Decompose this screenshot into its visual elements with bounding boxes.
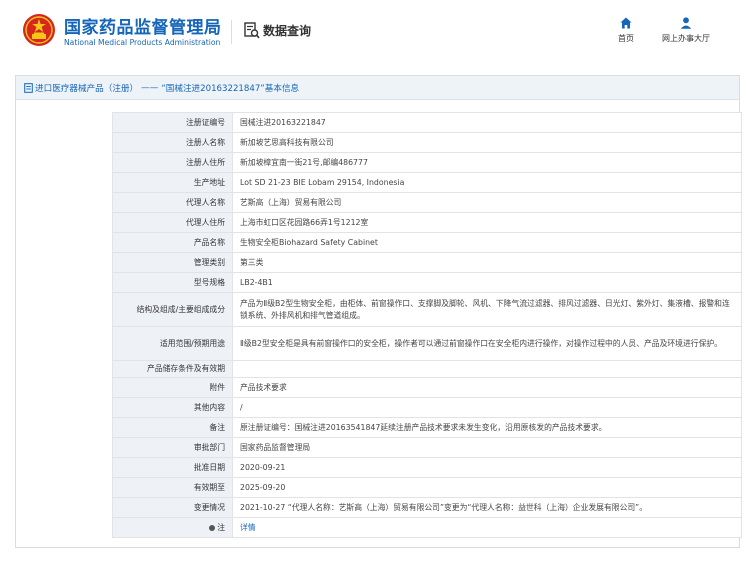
table-row: 型号规格 LB2-4B1 (112, 272, 742, 293)
field-value: 新加坡艺思高科技有限公司 (232, 132, 742, 153)
breadcrumb: 进口医疗器械产品（注册） —— “国械注进20163221847”基本信息 (16, 76, 739, 100)
field-value: 第三类 (232, 252, 742, 273)
site-header: 国家药品监督管理局 National Medical Products Admi… (0, 0, 756, 64)
field-value: 2020-09-21 (232, 457, 742, 478)
field-label: 注 (112, 517, 233, 538)
field-value: 上海市虹口区花园路66弄1号1212室 (232, 212, 742, 233)
field-label: 其他内容 (112, 397, 233, 418)
field-label: 型号规格 (112, 272, 233, 293)
field-label: 审批部门 (112, 437, 233, 458)
table-row: 生产地址 Lot SD 21-23 BIE Lobam 29154, Indone… (112, 172, 742, 193)
field-label: 附件 (112, 377, 233, 398)
field-label: 变更情况 (112, 497, 233, 518)
breadcrumb-record-title: “国械注进20163221847”基本信息 (161, 83, 300, 94)
field-value: 2021-10-27 “代理人名称：艺斯高（上海）贸易有限公司”变更为“代理人名… (232, 497, 742, 518)
table-row: 适用范围/预期用途 Ⅱ级B2型安全柜是具有前窗操作口的安全柜，操作者可以通过前窗操… (112, 326, 742, 361)
field-label: 批准日期 (112, 457, 233, 478)
field-label: 生产地址 (112, 172, 233, 193)
field-value: 国家药品监督管理局 (232, 437, 742, 458)
field-value: 产品为Ⅱ级B2型生物安全柜，由柜体、前窗操作口、支撑脚及脚轮、风机、下降气流过滤… (232, 292, 742, 327)
field-value: 生物安全柜Biohazard Safety Cabinet (232, 232, 742, 253)
table-row: 其他内容 / (112, 397, 742, 418)
field-label: 产品名称 (112, 232, 233, 253)
national-emblem-icon (23, 14, 55, 46)
field-label: 代理人名称 (112, 192, 233, 213)
nav-home-label: 首页 (618, 34, 634, 43)
table-row: 变更情况 2021-10-27 “代理人名称：艺斯高（上海）贸易有限公司”变更为“… (112, 497, 742, 518)
home-icon (620, 17, 632, 29)
detail-table: 注册证编号 国械注进20163221847 注册人名称 新加坡艺思高科技有限公司 注册人… (112, 112, 742, 538)
field-label: 产品储存条件及有效期 (112, 360, 233, 378)
field-value: Ⅱ级B2型安全柜是具有前窗操作口的安全柜，操作者可以通过前窗操作口在安全柜内进行… (232, 326, 742, 361)
field-label: 适用范围/预期用途 (112, 326, 233, 361)
section-label: 数据查询 (263, 24, 312, 38)
field-value: / (232, 397, 742, 418)
site-title[interactable]: 国家药品监督管理局 (64, 13, 222, 38)
table-row: 审批部门 国家药品监督管理局 (112, 437, 742, 458)
detail-panel: 进口医疗器械产品（注册） —— “国械注进20163221847”基本信息 注册… (15, 75, 742, 548)
breadcrumb-separator: —— (141, 82, 159, 93)
table-row: 产品名称 生物安全柜Biohazard Safety Cabinet (112, 232, 742, 253)
field-value: 国械注进20163221847 (232, 112, 742, 133)
nav-online-office[interactable]: 网上办事大厅 (656, 17, 716, 44)
table-row: 注册证编号 国械注进20163221847 (112, 112, 742, 133)
table-row: 注册人名称 新加坡艺思高科技有限公司 (112, 132, 742, 153)
table-row: 注 详情 (112, 517, 742, 538)
document-icon (24, 82, 33, 93)
field-value (232, 360, 742, 378)
field-value: 详情 (232, 517, 742, 538)
nav-office-label: 网上办事大厅 (662, 34, 710, 43)
field-value: LB2-4B1 (232, 272, 742, 293)
data-query-section[interactable]: 数据查询 (244, 22, 311, 39)
field-label: 注册人住所 (112, 152, 233, 173)
nav-home[interactable]: 首页 (612, 17, 640, 44)
field-label: 注册人名称 (112, 132, 233, 153)
field-value: 产品技术要求 (232, 377, 742, 398)
field-value: 艺斯高（上海）贸易有限公司 (232, 192, 742, 213)
field-value: Lot SD 21-23 BIE Lobam 29154, Indonesia (232, 172, 742, 193)
table-row: 代理人名称 艺斯高（上海）贸易有限公司 (112, 192, 742, 213)
field-label: 代理人住所 (112, 212, 233, 233)
field-value: 原注册证编号：国械注进20163541847延续注册产品技术要求未发生变化，沿用… (232, 417, 742, 438)
note-label: 注 (217, 522, 225, 532)
table-row: 备注 原注册证编号：国械注进20163541847延续注册产品技术要求未发生变化，… (112, 417, 742, 438)
field-label: 备注 (112, 417, 233, 438)
document-search-icon (244, 22, 260, 39)
table-row: 注册人住所 新加坡樟宜南一街21号,邮编486777 (112, 152, 742, 173)
user-icon (680, 17, 692, 29)
table-row: 附件 产品技术要求 (112, 377, 742, 398)
breadcrumb-category[interactable]: 进口医疗器械产品（注册） (35, 82, 138, 94)
table-row: 批准日期 2020-09-21 (112, 457, 742, 478)
field-label: 结构及组成/主要组成成分 (112, 292, 233, 327)
field-label: 注册证编号 (112, 112, 233, 133)
table-row: 代理人住所 上海市虹口区花园路66弄1号1212室 (112, 212, 742, 233)
field-value: 2025-09-20 (232, 477, 742, 498)
header-divider (231, 20, 232, 44)
pin-icon (209, 524, 216, 531)
details-link[interactable]: 详情 (240, 523, 256, 532)
field-label: 有效期至 (112, 477, 233, 498)
field-label: 管理类别 (112, 252, 233, 273)
site-subtitle: National Medical Products Administration (64, 38, 221, 47)
field-value: 新加坡樟宜南一街21号,邮编486777 (232, 152, 742, 173)
table-row: 管理类别 第三类 (112, 252, 742, 273)
table-row: 有效期至 2025-09-20 (112, 477, 742, 498)
table-row: 产品储存条件及有效期 (112, 360, 742, 378)
table-row: 结构及组成/主要组成成分 产品为Ⅱ级B2型生物安全柜，由柜体、前窗操作口、支撑脚及… (112, 292, 742, 327)
